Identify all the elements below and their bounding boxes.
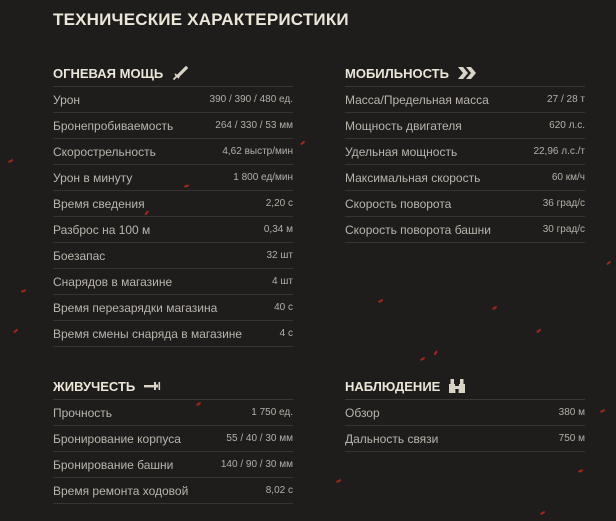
mobility-section: МОБИЛЬНОСТЬ Масса/Предельная масса 27 / 2… xyxy=(345,60,585,243)
table-row: Прочность 1 750 ед. xyxy=(53,400,293,426)
table-row: Время сведения 2,20 с xyxy=(53,191,293,217)
table-row: Скорость поворота башни 30 град/с xyxy=(345,217,585,243)
stat-value: 4,62 выстр/мин xyxy=(222,146,293,157)
stat-value: 4 с xyxy=(279,328,293,339)
stat-value: 1 750 ед. xyxy=(251,407,293,418)
stat-value: 55 / 40 / 30 мм xyxy=(226,433,293,444)
stat-label: Бронепробиваемость xyxy=(53,118,174,133)
stat-value: 264 / 330 / 53 мм xyxy=(215,120,293,131)
survivability-section: ЖИВУЧЕСТЬ Прочность 1 750 ед. Бронировани… xyxy=(53,373,293,504)
stat-value: 390 / 390 / 480 ед. xyxy=(209,94,293,105)
stat-value: 620 л.с. xyxy=(549,120,585,131)
table-row: Скорострельность 4,62 выстр/мин xyxy=(53,139,293,165)
stat-label: Урон xyxy=(53,92,81,107)
page-title: ТЕХНИЧЕСКИЕ ХАРАКТЕРИСТИКИ xyxy=(53,10,349,29)
table-row: Обзор 380 м xyxy=(345,400,585,426)
stat-value: 0,34 м xyxy=(263,224,293,235)
table-row: Снарядов в магазине 4 шт xyxy=(53,269,293,295)
stat-value: 36 град/с xyxy=(542,198,585,209)
stat-value: 60 км/ч xyxy=(551,172,585,183)
stat-label: Бронирование башни xyxy=(53,457,174,472)
survivability-header: ЖИВУЧЕСТЬ xyxy=(53,373,293,400)
stat-label: Урон в минуту xyxy=(53,170,133,185)
mobility-title: МОБИЛЬНОСТЬ xyxy=(345,65,449,81)
survivability-title: ЖИВУЧЕСТЬ xyxy=(53,378,136,394)
stat-label: Снарядов в магазине xyxy=(53,274,173,289)
binoculars-icon xyxy=(448,378,466,394)
mobility-header: МОБИЛЬНОСТЬ xyxy=(345,60,585,87)
table-row: Время перезарядки магазина 40 с xyxy=(53,295,293,321)
survivability-table: Прочность 1 750 ед. Бронирование корпуса 5… xyxy=(53,400,293,504)
table-row: Бронирование башни 140 / 90 / 30 мм xyxy=(53,452,293,478)
stat-value: 2,20 с xyxy=(265,198,293,209)
wrench-icon xyxy=(143,379,161,393)
observation-title: НАБЛЮДЕНИЕ xyxy=(345,378,441,394)
table-row: Бронирование корпуса 55 / 40 / 30 мм xyxy=(53,426,293,452)
table-row: Мощность двигателя 620 л.с. xyxy=(345,113,585,139)
stat-label: Скорострельность xyxy=(53,144,156,159)
stat-value: 1 800 ед/мин xyxy=(233,172,293,183)
stat-label: Мощность двигателя xyxy=(345,118,462,133)
stat-label: Удельная мощность xyxy=(345,144,458,159)
table-row: Боезапас 32 шт xyxy=(53,243,293,269)
stat-value: 750 м xyxy=(558,433,585,444)
table-row: Время смены снаряда в магазине 4 с xyxy=(53,321,293,347)
stat-value: 4 шт xyxy=(272,276,293,287)
mobility-table: Масса/Предельная масса 27 / 28 т Мощность… xyxy=(345,87,585,243)
table-row: Бронепробиваемость 264 / 330 / 53 мм xyxy=(53,113,293,139)
table-row: Максимальная скорость 60 км/ч xyxy=(345,165,585,191)
table-row: Удельная мощность 22,96 л.с./т xyxy=(345,139,585,165)
stat-label: Масса/Предельная масса xyxy=(345,92,489,107)
stat-label: Прочность xyxy=(53,405,113,420)
stat-label: Скорость поворота xyxy=(345,196,452,211)
table-row: Урон 390 / 390 / 480 ед. xyxy=(53,87,293,113)
firepower-header: ОГНЕВАЯ МОЩЬ xyxy=(53,60,293,87)
stat-label: Боезапас xyxy=(53,248,106,263)
stat-value: 140 / 90 / 30 мм xyxy=(220,459,293,470)
table-row: Масса/Предельная масса 27 / 28 т xyxy=(345,87,585,113)
observation-header: НАБЛЮДЕНИЕ xyxy=(345,373,585,400)
stat-label: Время сведения xyxy=(53,196,145,211)
stat-value: 32 шт xyxy=(266,250,293,261)
firepower-table: Урон 390 / 390 / 480 ед. Бронепробиваемос… xyxy=(53,87,293,347)
double-chevron-right-icon xyxy=(457,66,477,80)
firepower-title: ОГНЕВАЯ МОЩЬ xyxy=(53,65,164,81)
table-row: Разброс на 100 м 0,34 м xyxy=(53,217,293,243)
stat-label: Максимальная скорость xyxy=(345,170,481,185)
firepower-section: ОГНЕВАЯ МОЩЬ Урон 390 / 390 / 480 ед. Бро… xyxy=(53,60,293,347)
table-row: Урон в минуту 1 800 ед/мин xyxy=(53,165,293,191)
stat-value: 30 град/с xyxy=(542,224,585,235)
stat-value: 8,02 с xyxy=(265,485,293,496)
stat-value: 22,96 л.с./т xyxy=(533,146,585,157)
sword-icon xyxy=(171,65,189,81)
stat-label: Время перезарядки магазина xyxy=(53,300,218,315)
stat-label: Разброс на 100 м xyxy=(53,222,151,237)
stat-value: 40 с xyxy=(274,302,293,313)
observation-table: Обзор 380 м Дальность связи 750 м xyxy=(345,400,585,452)
stat-label: Бронирование корпуса xyxy=(53,431,181,446)
table-row: Время ремонта ходовой 8,02 с xyxy=(53,478,293,504)
table-row: Дальность связи 750 м xyxy=(345,426,585,452)
stat-label: Дальность связи xyxy=(345,431,439,446)
stat-label: Скорость поворота башни xyxy=(345,222,491,237)
stat-label: Время смены снаряда в магазине xyxy=(53,326,243,341)
observation-section: НАБЛЮДЕНИЕ Обзор 380 м Дальность связи 750… xyxy=(345,373,585,452)
table-row: Скорость поворота 36 град/с xyxy=(345,191,585,217)
stat-value: 27 / 28 т xyxy=(547,94,585,105)
stat-value: 380 м xyxy=(558,407,585,418)
stat-label: Время ремонта ходовой xyxy=(53,483,189,498)
stat-label: Обзор xyxy=(345,405,380,420)
